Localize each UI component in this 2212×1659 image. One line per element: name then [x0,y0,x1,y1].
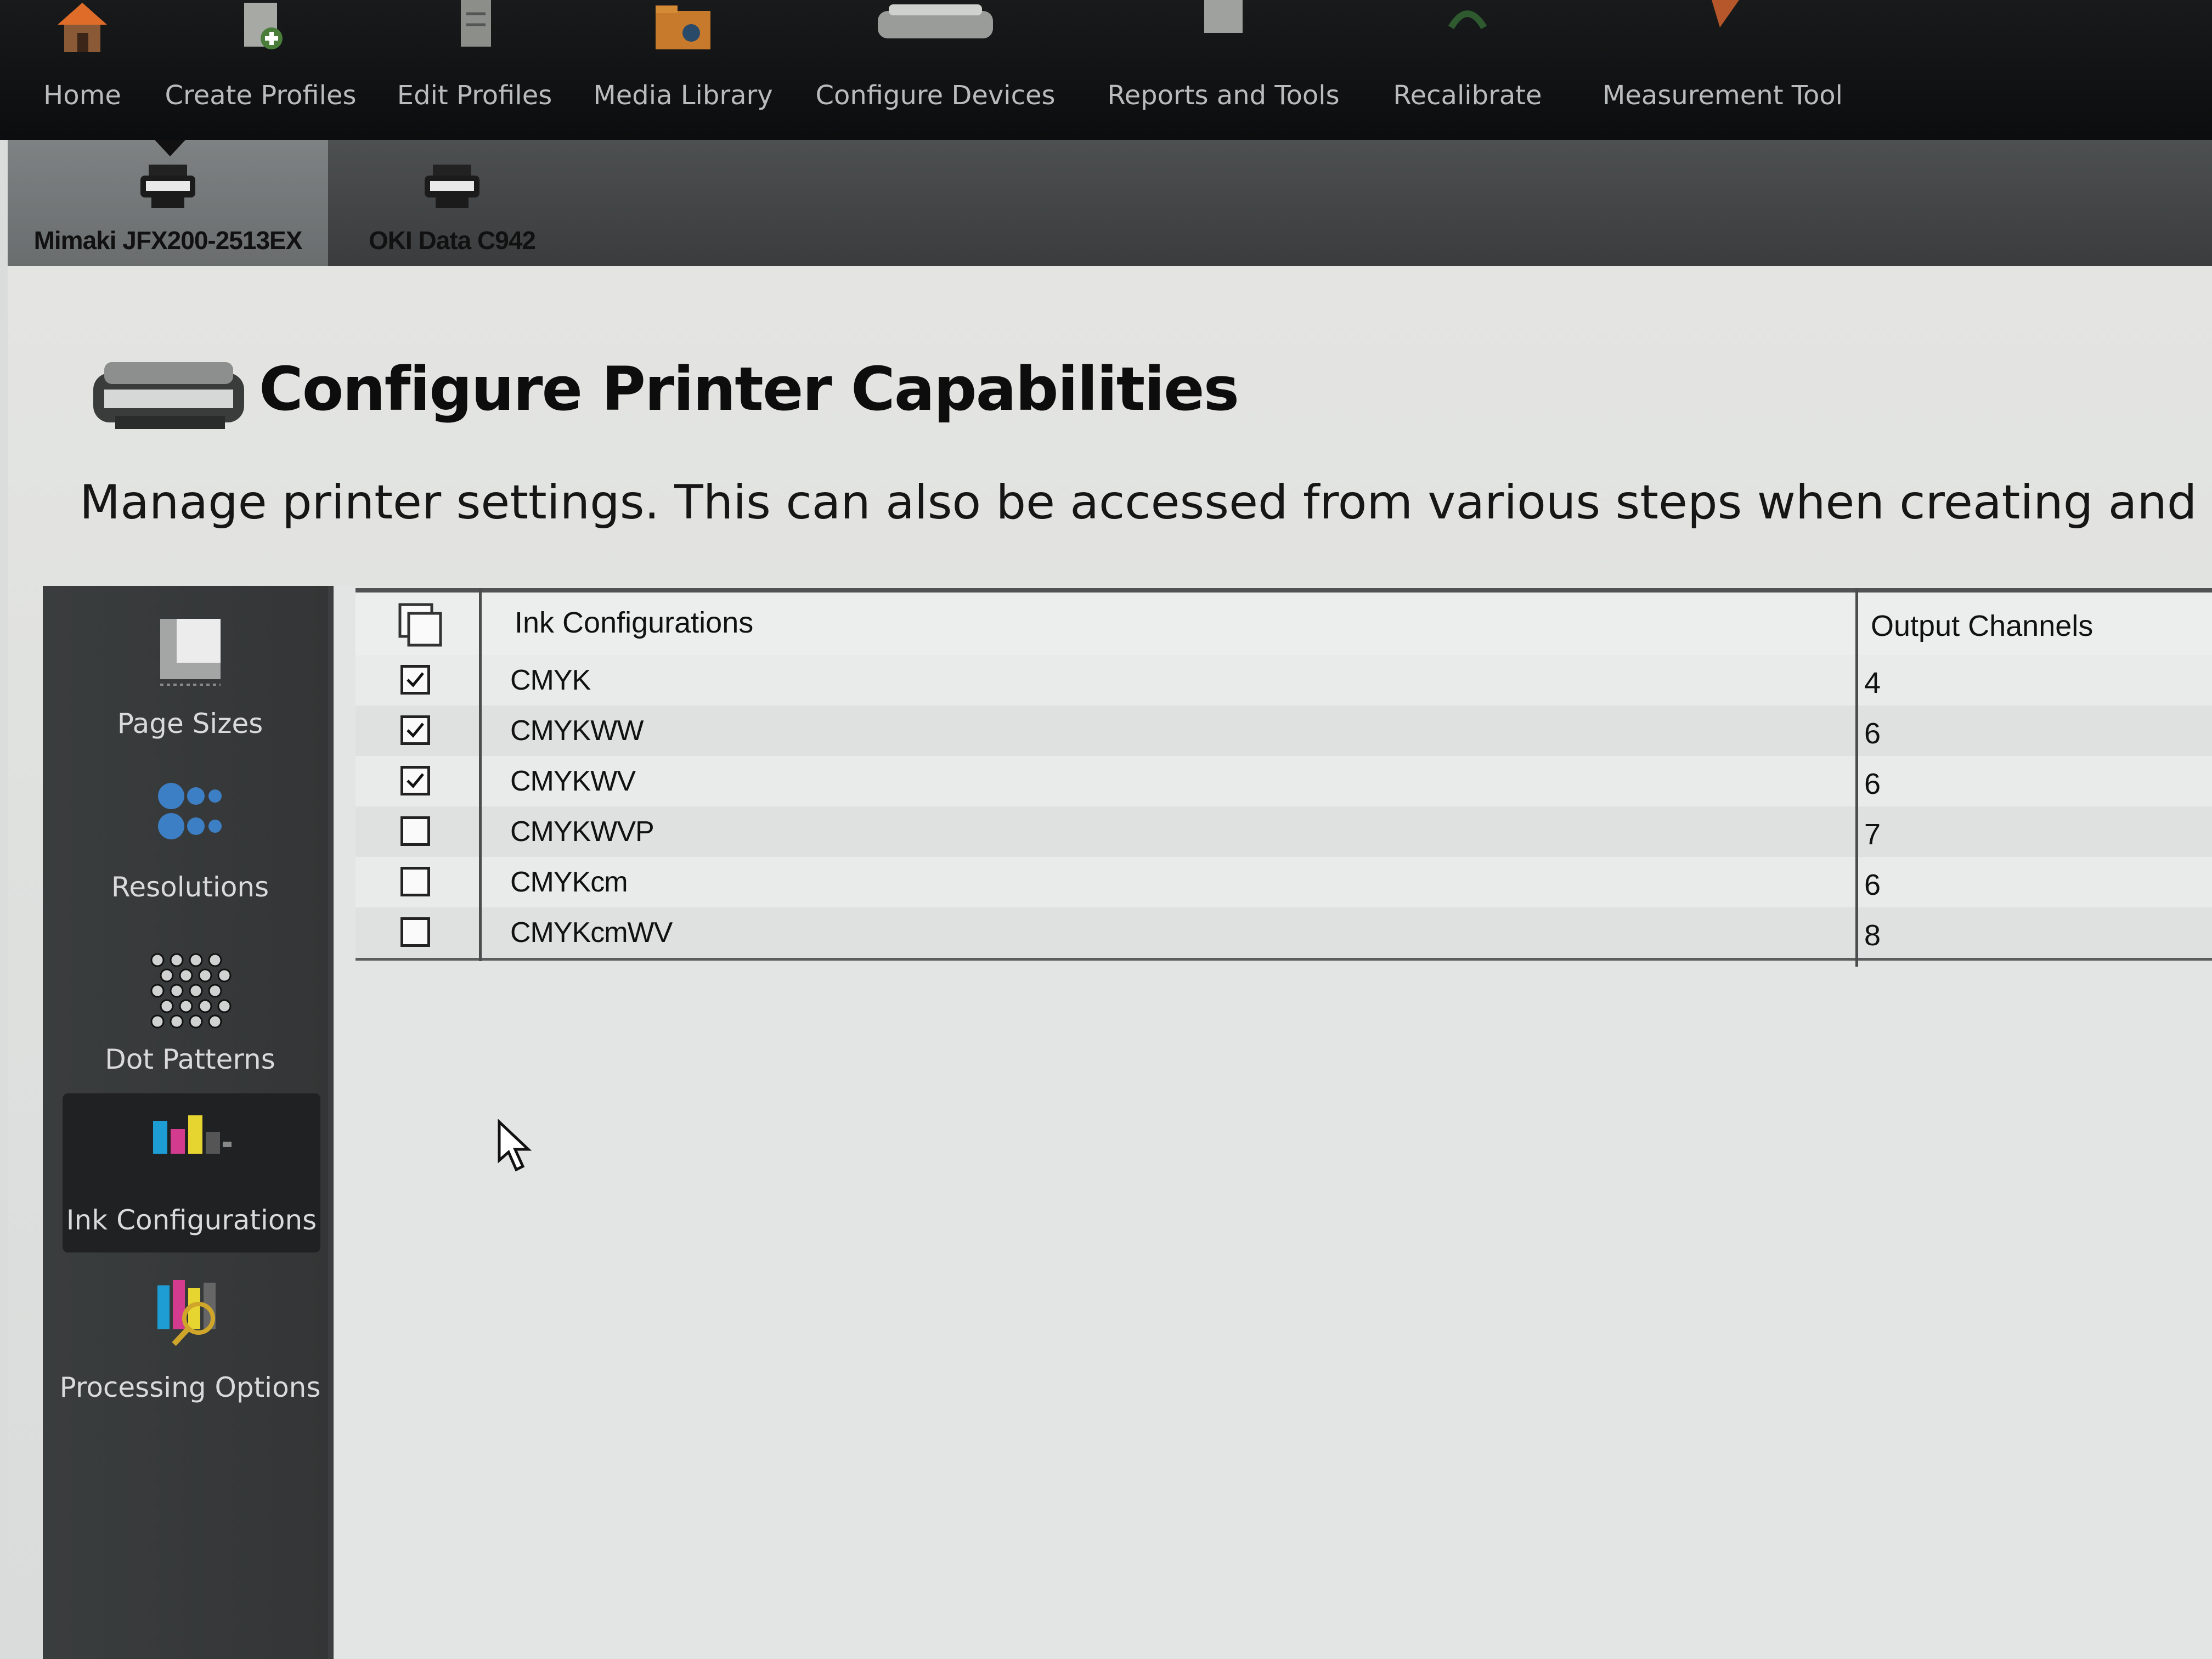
menu-dot-patterns[interactable]: Dot Patterns [43,933,337,1092]
processing-options-icon [157,1280,216,1346]
resolutions-icon [157,783,222,839]
nav-home[interactable]: Home [0,0,165,137]
output-channels-value: 4 [1864,667,1881,699]
page-title: Configure Printer Capabilities [259,354,1239,424]
edit-profile-icon [461,0,491,47]
capabilities-menu: Page Sizes Resolutions Dot Patterns Ink … [43,586,337,1659]
row-checkbox[interactable] [400,715,430,745]
output-channels-value: 7 [1864,818,1881,851]
output-channels-value: 6 [1864,768,1881,800]
column-divider [1855,588,1858,967]
printer-icon [425,165,479,208]
checkmark-icon [407,723,424,738]
nav-recalibrate[interactable]: Recalibrate [1377,0,1558,137]
output-channels-value: 6 [1864,868,1881,901]
menu-processing-options[interactable]: Processing Options [43,1261,337,1420]
device-tab-mimaki[interactable]: Mimaki JFX200-2513EX [8,140,328,266]
recalibrate-icon [1448,10,1487,30]
ink-configurations-table: Ink Configurations Output Channels CMYK 4… [328,586,2212,1659]
measurement-icon [1712,0,1739,27]
table-row[interactable]: CMYKWV 6 [356,756,2212,809]
house-icon [58,3,107,52]
table-row[interactable]: CMYKcmWV 8 [356,907,2212,961]
ink-configuration-name: CMYK [510,664,591,696]
media-library-icon [656,5,710,49]
ink-configuration-name: CMYKWW [510,715,644,747]
table-header: Ink Configurations Output Channels [356,588,2212,659]
row-checkbox[interactable] [400,816,430,846]
device-tab-oki[interactable]: OKI Data C942 [337,140,567,266]
column-header-output-channels[interactable]: Output Channels [1871,609,2093,643]
device-bar: Mimaki JFX200-2513EX OKI Data C942 [8,140,2212,266]
printer-icon [93,362,244,429]
menu-ink-configurations[interactable]: Ink Configurations [63,1093,320,1252]
page-sizes-icon [160,619,221,686]
nav-configure-devices[interactable]: Configure Devices [815,0,1056,137]
checkmark-icon [407,773,424,788]
selected-device-indicator [155,140,185,156]
nav-edit-profiles[interactable]: Edit Profiles [384,0,565,137]
printer-icon [878,4,993,38]
output-channels-value: 8 [1864,919,1881,952]
ink-configurations-icon [153,1115,232,1154]
table-row[interactable]: CMYK 4 [356,655,2212,708]
ink-configuration-name: CMYKWVP [510,816,654,848]
nav-create-profiles[interactable]: Create Profiles [165,0,357,137]
nav-reports-and-tools[interactable]: Reports and Tools [1097,0,1350,137]
table-row[interactable]: CMYKWVP 7 [356,806,2212,860]
select-all-icon[interactable] [397,601,446,651]
ink-configuration-name: CMYKcmWV [510,917,673,949]
output-channels-value: 6 [1864,717,1881,750]
page-description: Manage printer settings. This can also b… [80,475,2212,530]
menu-resolutions[interactable]: Resolutions [43,760,337,919]
row-checkbox[interactable] [400,917,430,947]
column-header-ink-configurations[interactable]: Ink Configurations [515,606,753,640]
row-checkbox[interactable] [400,766,430,795]
ink-configuration-name: CMYKWV [510,765,636,797]
nav-measurement-tool[interactable]: Measurement Tool [1591,0,1854,137]
row-checkbox[interactable] [400,867,430,896]
ink-configuration-name: CMYKcm [510,866,628,898]
table-row[interactable]: CMYKcm 6 [356,857,2212,910]
top-navigation: Home Create Profiles Edit Profiles Media… [0,0,2212,140]
printer-icon [140,165,195,208]
checkmark-icon [407,672,424,687]
table-row[interactable]: CMYKWW 6 [356,706,2212,759]
mouse-cursor-icon [498,1119,532,1172]
row-checkbox[interactable] [400,665,430,695]
create-profile-icon [244,3,283,49]
nav-media-library[interactable]: Media Library [592,0,774,137]
reports-icon [1204,0,1243,33]
menu-page-sizes[interactable]: Page Sizes [43,597,337,756]
column-divider [479,588,482,961]
dot-patterns-icon [150,953,231,1029]
